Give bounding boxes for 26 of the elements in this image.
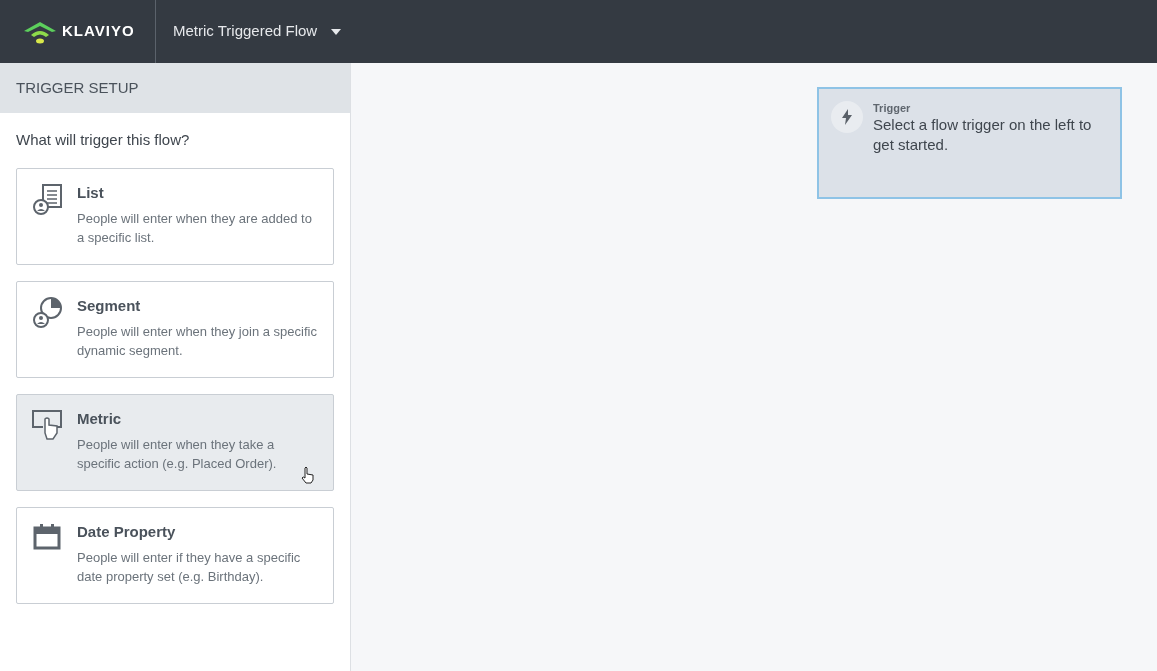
question-text: What will trigger this flow?	[15, 130, 191, 150]
trigger-option-card[interactable]: Metric People will enter when they take a specific action (e.g. Placed Order).	[16, 393, 334, 491]
option-description: People will enter when they join a specific dynamic segment.	[77, 322, 317, 360]
lightning-icon	[831, 101, 863, 133]
trigger-option-card[interactable]: Date Property People will enter if they have a specific date property set (e.g. Birthday).	[16, 506, 334, 604]
trigger-label: Trigger	[873, 101, 912, 115]
option-description: People will enter when they are added to a specific list.	[77, 209, 313, 247]
trigger-option-card[interactable]: List People will enter when they are added to a specific list.	[16, 167, 334, 265]
logo-text: KLAVIYO	[62, 21, 135, 42]
option-title: Segment	[77, 295, 142, 316]
trigger-option-card[interactable]: Segment People will enter when they join a specific dynamic segment.	[16, 280, 334, 378]
screen-hand-icon	[31, 408, 63, 441]
hand-cursor-icon	[301, 465, 315, 484]
trigger-text: Select a flow trigger on the left to get started.	[873, 115, 1093, 155]
option-description: People will enter if they have a specific date property set (e.g. Birthday).	[77, 548, 302, 586]
pie-person-icon	[31, 295, 63, 328]
caret-icon	[331, 28, 342, 35]
sidebar-title: TRIGGER SETUP	[16, 77, 139, 98]
option-title: List	[77, 182, 105, 203]
logo-icon	[22, 19, 58, 44]
flow-title-dropdown[interactable]: Metric Triggered Flow	[156, 0, 342, 63]
option-description: People will enter when they take a specific action (e.g. Placed Order).	[77, 435, 278, 473]
option-title: Metric	[77, 408, 123, 429]
list-person-icon	[31, 182, 63, 215]
option-title: Date Property	[77, 521, 177, 542]
trigger-node[interactable]: Trigger Select a flow trigger on the left to get started.	[817, 87, 1122, 199]
